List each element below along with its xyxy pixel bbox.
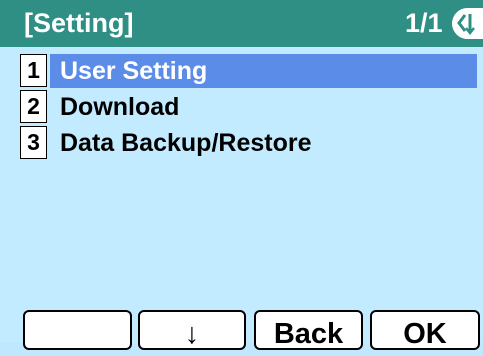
menu-item-number: 1 xyxy=(20,54,47,87)
menu-item-label: Download xyxy=(60,93,180,121)
page-indicator: 1/1 xyxy=(405,8,443,38)
menu-item-label: Data Backup/Restore xyxy=(60,129,312,157)
phone-screen: [Setting] 1/1 1 User Setting 2 Download … xyxy=(0,0,483,350)
softkey-down-arrow[interactable]: ↓ xyxy=(138,310,246,350)
menu-item-label: User Setting xyxy=(60,57,208,85)
back-arrow-icon[interactable] xyxy=(452,8,483,39)
title-bar: [Setting] 1/1 xyxy=(0,0,483,47)
softkey-ok[interactable]: OK xyxy=(370,310,480,350)
menu-item-number: 2 xyxy=(20,90,47,123)
softkey-1[interactable] xyxy=(23,310,132,350)
screen-title: [Setting] xyxy=(24,8,134,38)
softkey-back[interactable]: Back xyxy=(254,310,363,350)
menu-item-number: 3 xyxy=(20,126,47,159)
